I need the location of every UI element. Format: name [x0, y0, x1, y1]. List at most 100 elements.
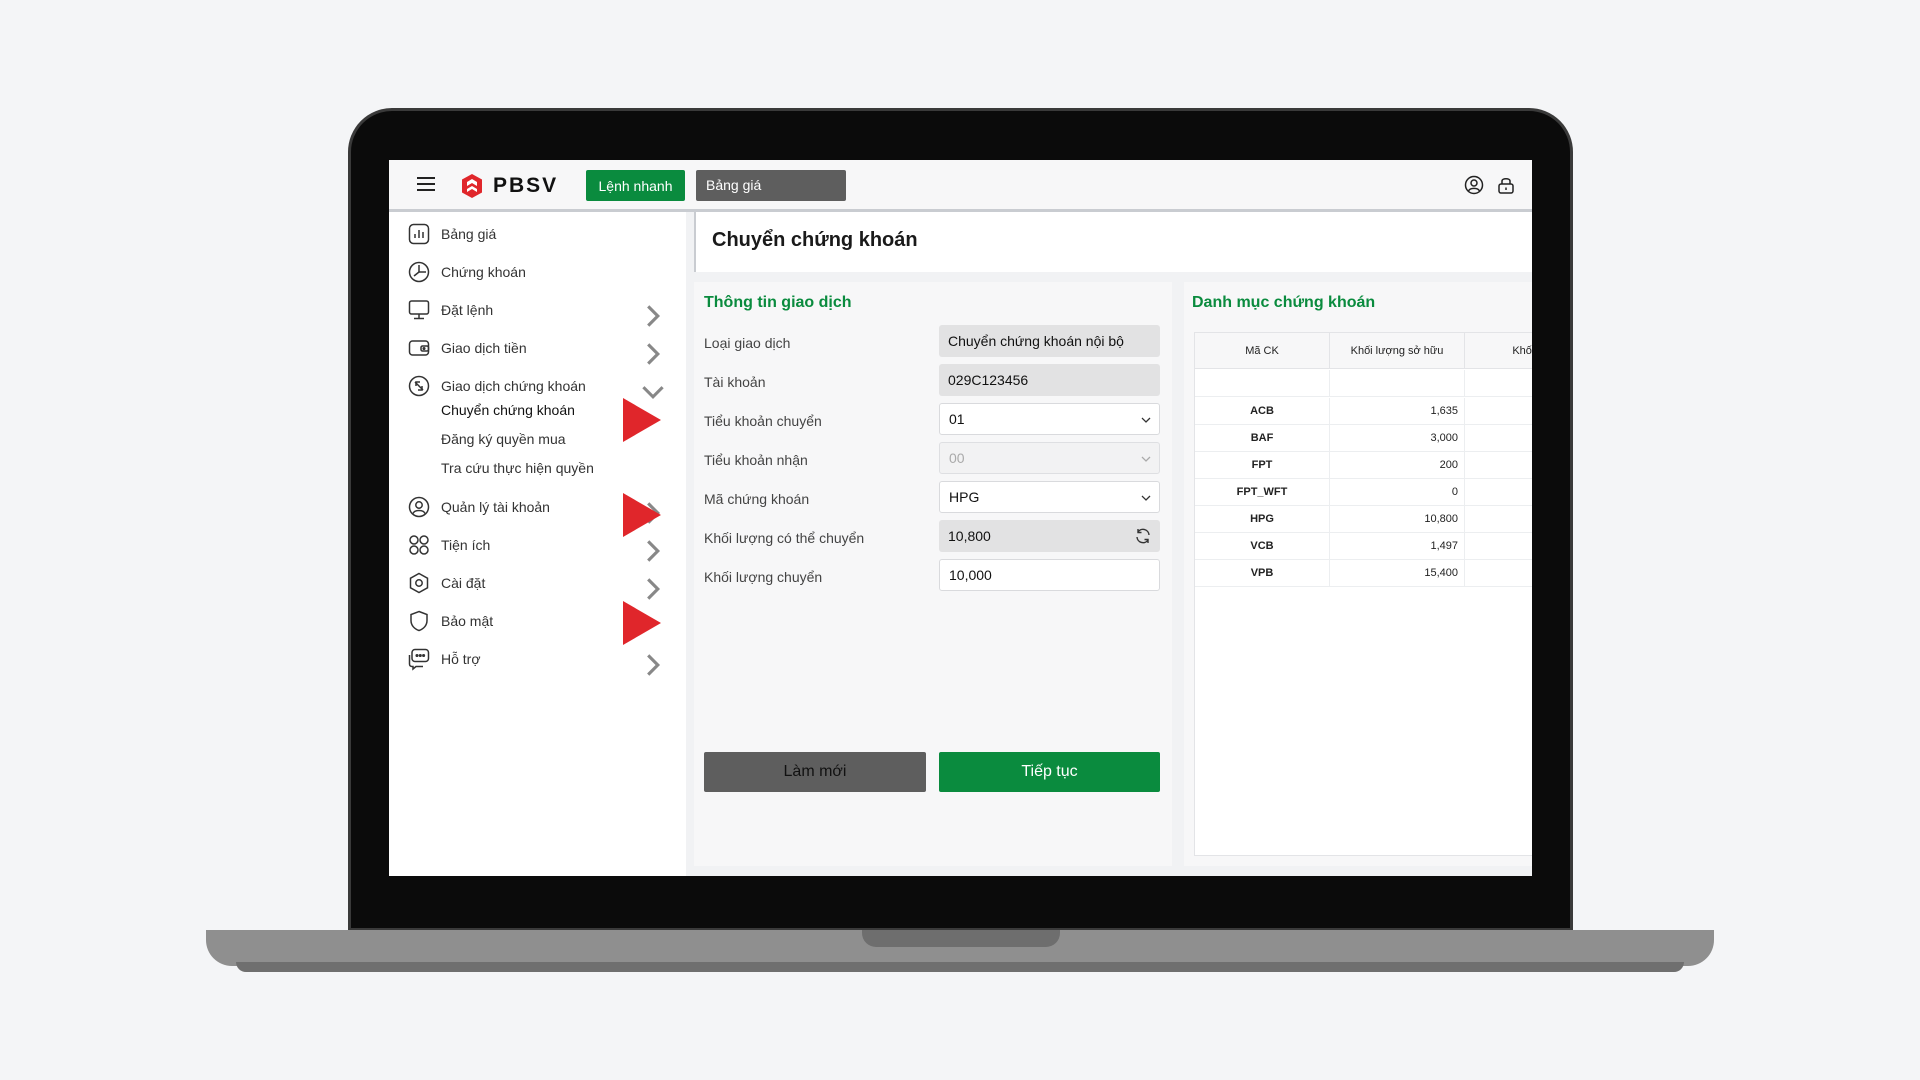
column-header-symbol: Mã CK	[1195, 333, 1330, 368]
owned-cell: 1,635	[1330, 398, 1465, 424]
transfer-quantity-label: Khối lượng chuyển	[704, 569, 823, 585]
laptop-base-shadow	[236, 962, 1684, 972]
logo-mark-icon	[462, 174, 482, 198]
source-subaccount-select[interactable]: 01	[939, 403, 1160, 435]
logo-text: PBSV	[493, 174, 559, 197]
account-label: Tài khoản	[704, 374, 766, 390]
pie-icon	[408, 261, 430, 283]
symbol-cell: FPT_WFT	[1195, 479, 1330, 505]
sidebar-item-securities[interactable]: Chứng khoán	[407, 257, 677, 287]
play-arrow-icon	[623, 398, 661, 442]
table-row[interactable]: VPB 15,400	[1195, 560, 1532, 587]
chevron-down-icon	[1141, 456, 1151, 462]
symbol-cell: VCB	[1195, 533, 1330, 559]
sidebar-item-label: Giao dịch tiền	[441, 340, 527, 356]
continue-button[interactable]: Tiếp tục	[939, 752, 1160, 792]
main-content: Chuyển chứng khoán Thông tin giao dịch L…	[686, 212, 1532, 876]
symbol-cell: BAF	[1195, 425, 1330, 451]
transaction-info-panel: Thông tin giao dịch Loại giao dịch Chuyể…	[694, 282, 1172, 866]
table-row[interactable]: ACB 1,635	[1195, 398, 1532, 425]
table-row-empty	[1195, 370, 1532, 397]
top-bar: PBSV Lệnh nhanh Bảng giá	[389, 160, 1532, 212]
source-subaccount-value: 01	[949, 411, 965, 427]
symbol-label: Mã chứng khoán	[704, 491, 810, 507]
table-row[interactable]: HPG 10,800	[1195, 506, 1532, 533]
table-row[interactable]: FPT 200	[1195, 452, 1532, 479]
price-board-button[interactable]: Bảng giá	[696, 170, 846, 201]
transfer-quantity-input[interactable]	[939, 559, 1160, 591]
owned-cell: 200	[1330, 452, 1465, 478]
sidebar-item-cash-transactions[interactable]: Giao dịch tiền	[407, 333, 677, 365]
chevron-right-icon	[647, 343, 661, 365]
sidebar-item-label: Quản lý tài khoản	[441, 499, 550, 515]
sidebar: Bảng giá Chứng khoán Đặt lệnh Giao dịch …	[389, 212, 686, 876]
sidebar-item-place-order[interactable]: Đặt lệnh	[407, 295, 677, 327]
sidebar-item-label: Chứng khoán	[441, 264, 526, 280]
sidebar-item-price-board[interactable]: Bảng giá	[407, 219, 677, 249]
top-icons	[1464, 175, 1516, 195]
transaction-type-field: Chuyển chứng khoán nội bộ	[939, 325, 1160, 357]
owned-cell: 10,800	[1330, 506, 1465, 532]
lock-icon[interactable]	[1496, 175, 1516, 195]
portfolio-table: Mã CK Khối lượng sở hữu Khối lượng ACB 1…	[1194, 332, 1532, 856]
table-row[interactable]: BAF 3,000	[1195, 425, 1532, 452]
sidebar-item-label: Tiện ích	[441, 537, 491, 553]
column-header-owned: Khối lượng sở hữu	[1330, 333, 1465, 368]
app-screen: PBSV Lệnh nhanh Bảng giá Bảng giá Chứng …	[389, 160, 1532, 876]
sidebar-item-settings[interactable]: Cài đặt	[407, 568, 677, 600]
sidebar-subitem-register-rights[interactable]: Đăng ký quyền mua	[441, 431, 566, 447]
table-row[interactable]: VCB 1,497	[1195, 533, 1532, 560]
target-subaccount-value: 00	[949, 450, 965, 466]
quick-order-button[interactable]: Lệnh nhanh	[586, 170, 685, 201]
chevron-right-icon	[647, 654, 661, 676]
account-field: 029C123456	[939, 364, 1160, 396]
wallet-icon	[408, 340, 430, 356]
chevron-right-icon	[647, 540, 661, 562]
sidebar-item-label: Cài đặt	[441, 575, 486, 591]
owned-cell: 1,497	[1330, 533, 1465, 559]
monitor-icon	[408, 300, 430, 320]
sidebar-item-securities-transactions[interactable]: Giao dịch chứng khoán	[407, 371, 677, 401]
owned-cell: 3,000	[1330, 425, 1465, 451]
reset-button[interactable]: Làm mới	[704, 752, 926, 792]
table-cell	[1465, 452, 1532, 478]
sidebar-subitem-transfer-securities[interactable]: Chuyển chứng khoán	[441, 402, 575, 418]
settings-icon	[409, 572, 429, 594]
symbol-cell: FPT	[1195, 452, 1330, 478]
chat-icon	[408, 648, 430, 671]
owned-cell: 0	[1330, 479, 1465, 505]
laptop-mockup: PBSV Lệnh nhanh Bảng giá Bảng giá Chứng …	[0, 0, 1920, 1080]
refresh-icon[interactable]	[1134, 527, 1152, 545]
symbol-cell: VPB	[1195, 560, 1330, 586]
play-arrow-icon	[623, 601, 661, 645]
table-row[interactable]: FPT_WFT 0	[1195, 479, 1532, 506]
table-cell	[1195, 370, 1330, 396]
table-cell	[1465, 370, 1532, 396]
chevron-right-icon	[647, 578, 661, 600]
chevron-right-icon	[647, 305, 661, 327]
symbol-cell: HPG	[1195, 506, 1330, 532]
sidebar-item-support[interactable]: Hỗ trợ	[407, 644, 677, 676]
sidebar-item-label: Bảng giá	[441, 226, 497, 242]
target-subaccount-label: Tiểu khoản nhận	[704, 452, 808, 468]
exchange-icon	[408, 375, 430, 397]
column-header-quantity: Khối lượng	[1465, 333, 1532, 368]
table-cell	[1465, 398, 1532, 424]
hamburger-icon[interactable]	[417, 177, 435, 191]
symbol-select[interactable]: HPG	[939, 481, 1160, 513]
table-cell	[1330, 370, 1465, 396]
source-subaccount-label: Tiểu khoản chuyển	[704, 413, 822, 429]
user-circle-icon[interactable]	[1464, 175, 1484, 195]
page-header: Chuyển chứng khoán	[694, 212, 1532, 272]
table-cell	[1465, 560, 1532, 586]
symbol-value: HPG	[949, 489, 980, 505]
panel-title: Danh mục chứng khoán	[1192, 294, 1376, 311]
chevron-down-icon	[1141, 417, 1151, 423]
grid-icon	[409, 535, 429, 555]
sidebar-item-label: Hỗ trợ	[441, 651, 481, 667]
target-subaccount-select: 00	[939, 442, 1160, 474]
sidebar-item-label: Đặt lệnh	[441, 302, 494, 318]
sidebar-subitem-rights-lookup[interactable]: Tra cứu thực hiện quyền	[441, 460, 594, 476]
page-title: Chuyển chứng khoán	[712, 229, 918, 251]
table-header: Mã CK Khối lượng sở hữu Khối lượng	[1195, 333, 1532, 369]
